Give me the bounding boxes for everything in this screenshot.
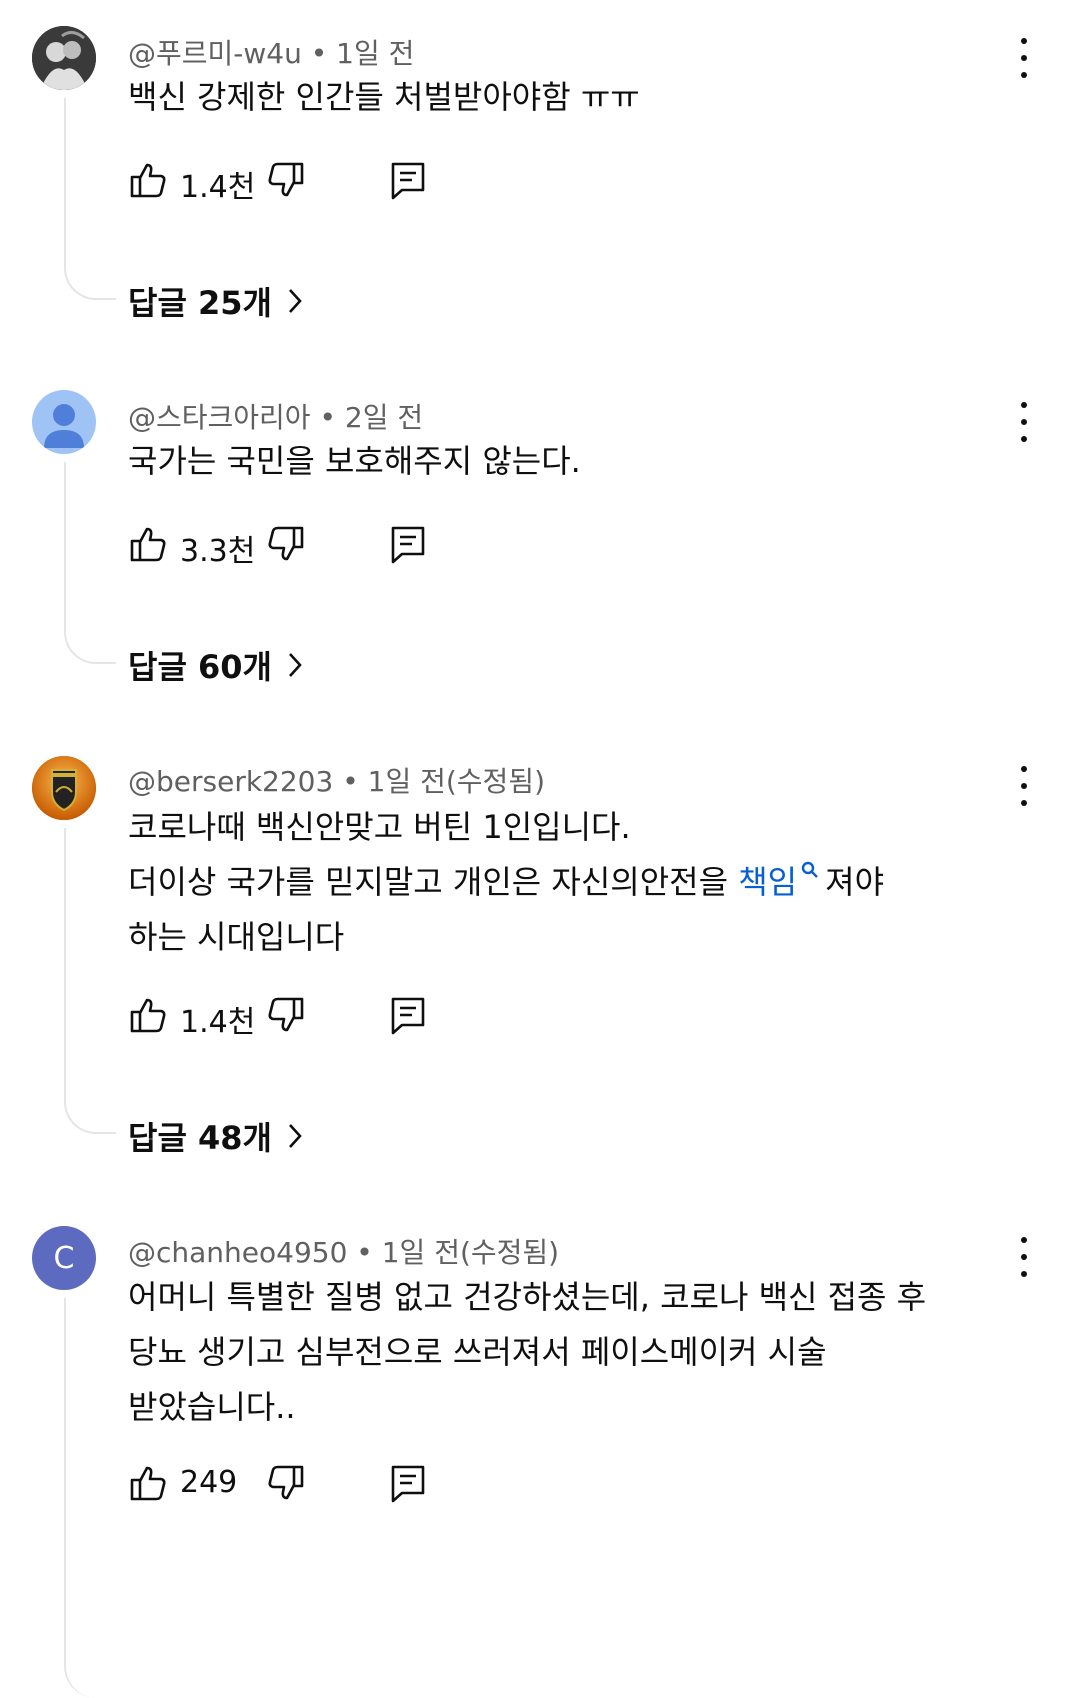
search-icon	[801, 861, 818, 878]
dislike-icon[interactable]	[266, 524, 306, 564]
thread-line	[64, 462, 116, 664]
comment-line: 코로나때 백신안맞고 버틴 1인입니다.	[128, 808, 631, 846]
comment-meta: @스타크아리아 • 2일 전	[128, 396, 423, 436]
author-handle[interactable]: @푸르미-w4u	[128, 37, 302, 70]
comment-line: 어머니 특별한 질병 없고 건강하셨는데, 코로나 백신 접종 후	[128, 1278, 927, 1316]
search-link[interactable]: 책임	[738, 861, 825, 901]
reply-icon[interactable]	[388, 1463, 428, 1503]
avatar[interactable]	[32, 390, 96, 454]
comment-actions: 249	[128, 1461, 468, 1505]
comment-time: • 1일 전	[301, 37, 415, 70]
like-icon[interactable]	[128, 524, 168, 564]
replies-label: 답글 48개	[128, 1119, 272, 1157]
comment-line: 받았습니다..	[128, 1388, 296, 1426]
like-count: 249	[180, 1465, 238, 1500]
comment-line: 백신 강제한 인간들 처벌받아야함 ㅠㅠ	[128, 78, 640, 116]
comment-meta: @푸르미-w4u • 1일 전	[128, 32, 414, 72]
avatar-letter: C	[53, 1240, 75, 1276]
comment-text: 백신 강제한 인간들 처벌받아야함 ㅠㅠ	[128, 70, 1018, 125]
more-icon[interactable]	[1014, 766, 1034, 806]
author-handle[interactable]: @chanheo4950	[128, 1236, 347, 1269]
chevron-right-icon	[289, 653, 302, 677]
like-count: 3.3천	[180, 534, 256, 569]
comment-line-text: 져야	[825, 863, 885, 901]
comment-meta: @chanheo4950 • 1일 전(수정됨)	[128, 1231, 559, 1271]
chevron-right-icon	[289, 289, 302, 313]
replies-button[interactable]: 답글 48개	[128, 1113, 304, 1159]
more-icon[interactable]	[1014, 1237, 1034, 1277]
dislike-icon[interactable]	[266, 160, 306, 200]
comment-line: 국가는 국민을 보호해주지 않는다.	[128, 442, 581, 480]
like-icon[interactable]	[128, 160, 168, 200]
dislike-icon[interactable]	[266, 995, 306, 1035]
author-handle[interactable]: @스타크아리아	[128, 401, 311, 434]
comment-time: • 1일 전(수정됨)	[333, 765, 545, 798]
more-icon[interactable]	[1014, 402, 1034, 442]
comment-line-text: 더이상 국가를 믿지말고 개인은 자신의안전을	[128, 863, 739, 901]
thread-line	[64, 828, 116, 1134]
comment-line: 더이상 국가를 믿지말고 개인은 자신의안전을 책임 져야	[128, 855, 1018, 910]
like-icon[interactable]	[128, 1463, 168, 1503]
search-link-text: 책임	[738, 863, 798, 901]
comment-actions: 1.4천	[128, 993, 468, 1040]
comment-line: 하는 시대입니다	[128, 918, 345, 956]
author-handle[interactable]: @berserk2203	[128, 765, 333, 798]
comment-meta: @berserk2203 • 1일 전(수정됨)	[128, 760, 545, 800]
replies-button[interactable]: 답글 60개	[128, 642, 304, 688]
avatar[interactable]: C	[32, 1226, 96, 1290]
replies-label: 답글 60개	[128, 648, 272, 686]
comment-line: 당뇨 생기고 심부전으로 쓰러져서 페이스메이커 시술	[128, 1333, 827, 1371]
comment-actions: 3.3천	[128, 522, 468, 569]
like-icon[interactable]	[128, 995, 168, 1035]
thread-line	[64, 1298, 116, 1698]
reply-icon[interactable]	[388, 995, 428, 1035]
like-count: 1.4천	[180, 1005, 256, 1040]
chevron-right-icon	[289, 1124, 302, 1148]
thread-line	[64, 98, 116, 300]
comment-text: 국가는 국민을 보호해주지 않는다.	[128, 434, 1018, 489]
dislike-icon[interactable]	[266, 1463, 306, 1503]
comment-text: 코로나때 백신안맞고 버틴 1인입니다. 더이상 국가를 믿지말고 개인은 자신…	[128, 800, 1018, 965]
reply-icon[interactable]	[388, 160, 428, 200]
comment-text: 어머니 특별한 질병 없고 건강하셨는데, 코로나 백신 접종 후 당뇨 생기고…	[128, 1270, 1018, 1435]
replies-button[interactable]: 답글 25개	[128, 278, 304, 324]
avatar[interactable]	[32, 756, 96, 820]
comment-actions: 1.4천	[128, 158, 468, 205]
comment-time: • 2일 전	[310, 401, 424, 434]
like-count: 1.4천	[180, 170, 256, 205]
avatar[interactable]	[32, 26, 96, 90]
comment-time: • 1일 전(수정됨)	[347, 1236, 560, 1269]
replies-label: 답글 25개	[128, 284, 272, 322]
reply-icon[interactable]	[388, 524, 428, 564]
more-icon[interactable]	[1014, 38, 1034, 78]
